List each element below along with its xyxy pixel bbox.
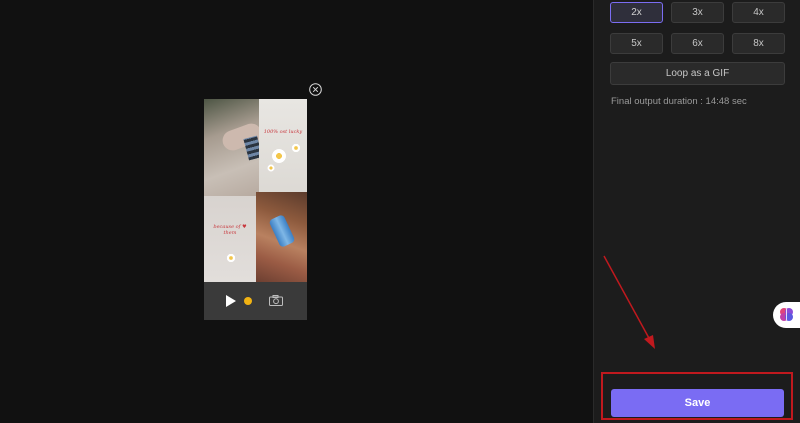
save-button[interactable]: Save: [611, 389, 784, 417]
collage-caption-bottom: because of ♥ them: [213, 224, 247, 236]
record-dot-icon: [244, 297, 252, 305]
loop-gif-button[interactable]: Loop as a GIF: [610, 62, 785, 85]
speed-option-8x[interactable]: 8x: [732, 33, 785, 54]
ai-assistant-widget[interactable]: [773, 302, 800, 328]
video-collage: 100% ost lucky because of ♥ them: [204, 99, 307, 282]
collage-tile-top-left: [204, 99, 259, 196]
output-duration-text: Final output duration : 14:48 sec: [611, 96, 747, 107]
speed-option-4x[interactable]: 4x: [732, 2, 785, 23]
collage-tile-bottom-right: [256, 192, 307, 282]
collage-tile-bottom-left: because of ♥ them: [204, 196, 256, 282]
brain-icon: [780, 308, 793, 321]
collage-tile-top-right: 100% ost lucky: [259, 99, 307, 196]
video-preview: 100% ost lucky because of ♥ them: [204, 99, 307, 320]
player-controls: [204, 282, 307, 320]
speed-option-5x[interactable]: 5x: [610, 33, 663, 54]
speed-option-3x[interactable]: 3x: [671, 2, 724, 23]
speed-option-2x[interactable]: 2x: [610, 2, 663, 23]
preview-area: 100% ost lucky because of ♥ them: [0, 0, 593, 423]
close-icon[interactable]: [309, 83, 322, 96]
app-window: 100% ost lucky because of ♥ them 2x 3x 4…: [0, 0, 800, 423]
annotation-arrow: [603, 255, 655, 349]
speed-option-6x[interactable]: 6x: [671, 33, 724, 54]
collage-caption-top: 100% ost lucky: [263, 129, 303, 135]
play-icon[interactable]: [226, 295, 236, 307]
camera-icon[interactable]: [269, 295, 283, 306]
